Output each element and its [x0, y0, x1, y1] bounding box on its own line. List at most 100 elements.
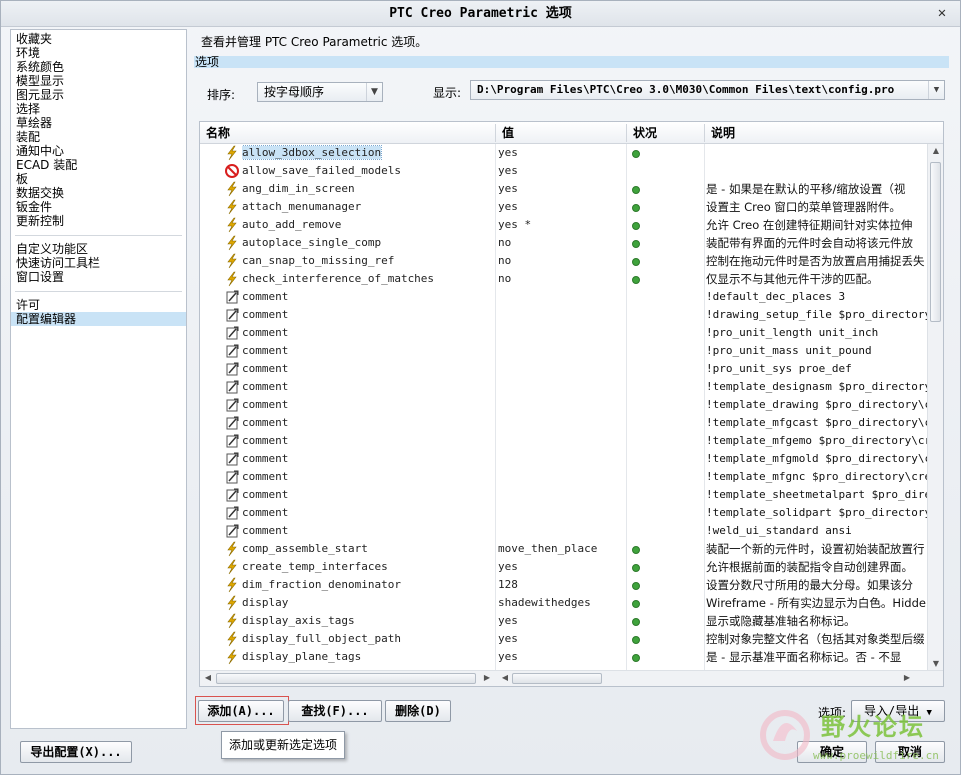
table-row[interactable]: create_temp_interfaces yes 允许根据前面的装配指令自动创建…	[200, 558, 927, 576]
sort-label: 排序:	[207, 88, 236, 102]
display-file-dropdown[interactable]: D:\Program Files\PTC\Creo 3.0\M030\Commo…	[470, 80, 945, 100]
nav-item[interactable]: 装配	[11, 130, 186, 144]
nav-item[interactable]: 更新控制	[11, 214, 186, 228]
column-header-name[interactable]: 名称	[200, 122, 230, 144]
nav-item[interactable]: 许可	[11, 298, 186, 312]
table-row[interactable]: can_snap_to_missing_ref no 控制在拖动元件时是否为放置启用…	[200, 252, 927, 270]
option-name: display_full_object_path	[242, 630, 494, 648]
nav-item[interactable]: 草绘器	[11, 116, 186, 130]
vertical-scrollbar[interactable]: ▲ ▼	[927, 144, 943, 670]
option-description: Wireframe - 所有实边显示为白色。Hidde	[706, 596, 926, 610]
option-value: yes	[498, 650, 518, 663]
nav-item[interactable]: 图元显示	[11, 88, 186, 102]
table-row[interactable]: ang_dim_in_screen yes 是 - 如果是在默认的平移/缩放设置（视	[200, 180, 927, 198]
table-row[interactable]: auto_add_remove yes * 允许 Creo 在创建特征期间针对实体拉…	[200, 216, 927, 234]
horizontal-scroll-thumb-value[interactable]	[512, 673, 602, 684]
nav-item[interactable]: 模型显示	[11, 74, 186, 88]
table-row[interactable]: display_plane_tags yes 是 - 显示基准平面名称标记。否 - …	[200, 648, 927, 666]
table-row[interactable]: display_axis_tags yes 显示或隐藏基准轴名称标记。	[200, 612, 927, 630]
table-row[interactable]: display shadewithedges Wireframe - 所有实边显示为…	[200, 594, 927, 612]
table-row[interactable]: comment !template_solidpart $pro_director…	[200, 504, 927, 522]
scroll-up-icon[interactable]: ▲	[929, 146, 943, 155]
nav-item[interactable]: 数据交换	[11, 186, 186, 200]
scroll-left-icon[interactable]: ◀	[498, 673, 512, 682]
nav-item[interactable]: 快速访问工具栏	[11, 256, 186, 270]
table-row[interactable]: comment !default_dec_places 3	[200, 288, 927, 306]
find-button[interactable]: 查找(F)...	[288, 700, 382, 722]
option-value	[498, 432, 628, 450]
comment-icon	[224, 505, 240, 521]
table-row[interactable]: display_full_object_path yes 控制对象完整文件名（包括其…	[200, 630, 927, 648]
table-row[interactable]: autoplace_single_comp no 装配带有界面的元件时会自动将该元件…	[200, 234, 927, 252]
table-row[interactable]: allow_3dbox_selection yes	[200, 144, 927, 162]
horizontal-scrollbar[interactable]: ◀ ▶ ◀ ▶	[200, 670, 943, 686]
option-name: comment	[242, 432, 494, 450]
option-description: 允许 Creo 在创建特征期间针对实体拉伸	[706, 218, 913, 232]
option-description: !template_mfgmold $pro_directory\cre	[706, 452, 927, 465]
table-row[interactable]: comment !template_drawing $pro_directory\…	[200, 396, 927, 414]
status-ok-icon	[632, 186, 640, 194]
table-row[interactable]: comment !pro_unit_length unit_inch	[200, 324, 927, 342]
option-value: no	[498, 236, 512, 249]
table-row[interactable]: comment !template_sheetmetalpart $pro_dir…	[200, 486, 927, 504]
export-config-button[interactable]: 导出配置(X)...	[20, 741, 132, 763]
lightning-icon	[224, 559, 240, 575]
comment-icon	[224, 487, 240, 503]
nav-item[interactable]: 通知中心	[11, 144, 186, 158]
option-description: 设置分数尺寸所用的最大分母。如果该分	[706, 578, 913, 592]
watermark-url: www.proewildfire.cn	[813, 749, 939, 762]
option-name: can_snap_to_missing_ref	[242, 252, 494, 270]
nav-item[interactable]: 钣金件	[11, 200, 186, 214]
lightning-icon	[224, 271, 240, 287]
table-row[interactable]: comment !template_mfgmold $pro_directory\…	[200, 450, 927, 468]
watermark-text: 野火论坛	[821, 713, 925, 741]
nav-item[interactable]: 系统颜色	[11, 60, 186, 74]
nav-item[interactable]: 自定义功能区	[11, 242, 186, 256]
scroll-down-icon[interactable]: ▼	[929, 659, 943, 668]
option-name: allow_3dbox_selection	[242, 144, 494, 162]
close-icon[interactable]: ✕	[932, 3, 952, 23]
add-button[interactable]: 添加(A)...	[198, 700, 284, 722]
nav-item[interactable]: 选择	[11, 102, 186, 116]
option-value	[498, 468, 628, 486]
option-name: display_axis_tags	[242, 612, 494, 630]
option-name: comment	[242, 396, 494, 414]
table-row[interactable]: comment !pro_unit_mass unit_pound	[200, 342, 927, 360]
scroll-right-icon[interactable]: ▶	[900, 673, 914, 682]
table-row[interactable]: comment !template_mfgnc $pro_directory\cr…	[200, 468, 927, 486]
table-row[interactable]: allow_save_failed_models yes	[200, 162, 927, 180]
table-row[interactable]: attach_menumanager yes 设置主 Creo 窗口的菜单管理器附件…	[200, 198, 927, 216]
option-description: !template_mfgcast $pro_directory\cre	[706, 416, 927, 429]
option-value: yes	[498, 632, 518, 645]
scroll-left-icon[interactable]: ◀	[201, 673, 215, 682]
table-row[interactable]: comment !template_mfgcast $pro_directory\…	[200, 414, 927, 432]
delete-button[interactable]: 删除(D)	[385, 700, 451, 722]
option-name: comment	[242, 288, 494, 306]
column-header-status[interactable]: 状况	[627, 122, 657, 144]
nav-item[interactable]: ECAD 装配	[11, 158, 186, 172]
table-row[interactable]: comment !template_mfgemo $pro_directory\c…	[200, 432, 927, 450]
nav-item[interactable]: 环境	[11, 46, 186, 60]
column-header-description[interactable]: 说明	[705, 122, 735, 144]
table-row[interactable]: comp_assemble_start move_then_place 装配一个新的…	[200, 540, 927, 558]
status-ok-icon	[632, 204, 640, 212]
status-ok-icon	[632, 276, 640, 284]
table-row[interactable]: comment !template_designasm $pro_director…	[200, 378, 927, 396]
option-value	[498, 342, 628, 360]
table-row[interactable]: comment !weld_ui_standard ansi	[200, 522, 927, 540]
table-row[interactable]: check_interference_of_matches no 仅显示不与其他元件…	[200, 270, 927, 288]
horizontal-scroll-thumb-left[interactable]	[216, 673, 476, 684]
nav-item[interactable]: 窗口设置	[11, 270, 186, 284]
sort-dropdown[interactable]: 按字母顺序 ▼	[257, 82, 383, 102]
column-header-value[interactable]: 值	[496, 122, 514, 144]
option-name: ang_dim_in_screen	[242, 180, 494, 198]
table-row[interactable]: comment !drawing_setup_file $pro_director…	[200, 306, 927, 324]
nav-item[interactable]: 收藏夹	[11, 32, 186, 46]
scroll-right-icon[interactable]: ▶	[480, 673, 494, 682]
nav-item[interactable]: 板	[11, 172, 186, 186]
option-name: comment	[242, 342, 494, 360]
vertical-scroll-thumb[interactable]	[930, 162, 941, 322]
nav-item[interactable]: 配置编辑器	[11, 312, 186, 326]
table-row[interactable]: dim_fraction_denominator 128 设置分数尺寸所用的最大分母…	[200, 576, 927, 594]
table-row[interactable]: comment !pro_unit_sys proe_def	[200, 360, 927, 378]
